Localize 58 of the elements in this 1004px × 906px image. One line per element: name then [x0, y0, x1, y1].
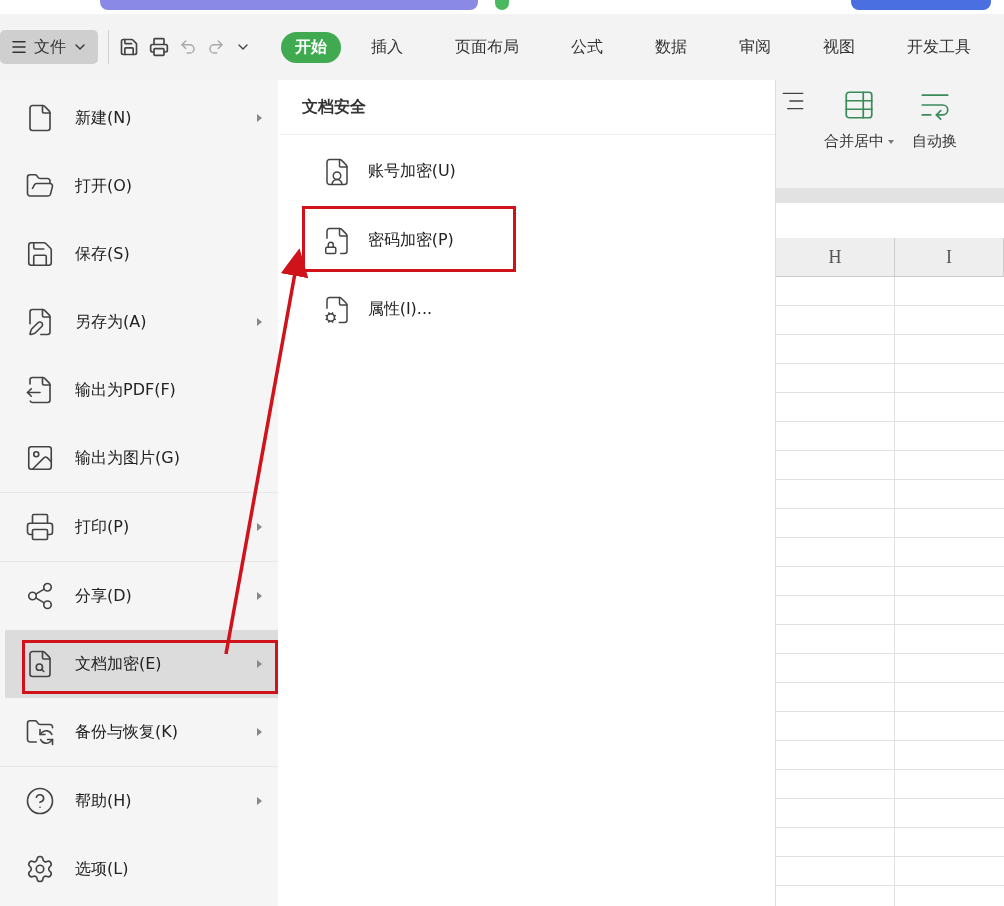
menu-item-label: 文档加密(E): [75, 653, 163, 675]
window-tab[interactable]: [495, 0, 509, 10]
share-icon: [25, 581, 55, 611]
column-header[interactable]: I: [895, 238, 1004, 276]
redo-icon[interactable]: [207, 38, 225, 56]
menu-item-label: 输出为图片(G): [75, 447, 181, 469]
menu-item-label: 备份与恢复(K): [75, 721, 179, 743]
menu-item[interactable]: 帮助(H): [5, 767, 278, 835]
menu-icon: [10, 38, 28, 56]
settings-icon: [25, 854, 55, 884]
ribbon-button[interactable]: 自动换: [912, 88, 957, 151]
menu-item-label: 选项(L): [75, 858, 130, 880]
folder-sync-icon: [25, 717, 55, 747]
file-menu-button[interactable]: 文件: [0, 30, 98, 64]
submenu-item[interactable]: 密码加密(P): [279, 206, 775, 275]
menu-item[interactable]: 打印(P): [5, 493, 278, 561]
printer-icon[interactable]: [149, 37, 169, 57]
menu-item-label: 打印(P): [75, 516, 131, 538]
menu-item[interactable]: 打开(O): [5, 152, 278, 220]
ribbon-tab[interactable]: 开发工具: [893, 31, 985, 63]
menu-item-label: 分享(D): [75, 585, 133, 607]
menu-item[interactable]: 文档加密(E): [5, 630, 278, 698]
menu-item-label: 另存为(A): [75, 311, 148, 333]
menu-item-label: 输出为PDF(F): [75, 379, 177, 401]
ribbon-tab[interactable]: 审阅: [725, 31, 785, 63]
menu-item-label: 新建(N): [75, 107, 133, 129]
submenu-item-label: 密码加密(P): [367, 230, 455, 251]
menu-item[interactable]: 另存为(A): [5, 288, 278, 356]
submenu-item[interactable]: 属性(I)...: [279, 275, 775, 344]
undo-icon[interactable]: [179, 38, 197, 56]
submenu-title: 文档安全: [279, 80, 775, 135]
printer-icon: [25, 512, 55, 542]
ribbon-button[interactable]: 合并居中: [824, 88, 894, 151]
ribbon-tab[interactable]: 数据: [641, 31, 701, 63]
submenu-item[interactable]: 账号加密(U): [279, 137, 775, 206]
ribbon-tab[interactable]: 插入: [357, 31, 417, 63]
help-icon: [25, 786, 55, 816]
menu-item[interactable]: 分享(D): [5, 562, 278, 630]
menu-item-label: 打开(O): [75, 175, 134, 197]
column-header[interactable]: H: [776, 238, 895, 276]
save-icon: [25, 239, 55, 269]
ribbon-tab[interactable]: 公式: [557, 31, 617, 63]
menu-item-label: 保存(S): [75, 243, 131, 265]
menu-item[interactable]: 选项(L): [5, 835, 278, 903]
menu-item[interactable]: 输出为图片(G): [5, 424, 278, 492]
ribbon-tab[interactable]: 视图: [809, 31, 869, 63]
save-icon[interactable]: [119, 37, 139, 57]
menu-item-label: 帮助(H): [75, 790, 133, 812]
submenu-item-label: 账号加密(U): [367, 161, 457, 182]
menu-item[interactable]: 保存(S): [5, 220, 278, 288]
menu-item[interactable]: 备份与恢复(K): [5, 698, 278, 766]
image-icon: [25, 443, 55, 473]
menu-item[interactable]: 新建(N): [5, 84, 278, 152]
ribbon-icon: [842, 88, 876, 122]
submenu-item-label: 属性(I)...: [367, 299, 434, 320]
window-tab[interactable]: [851, 0, 991, 10]
menu-item[interactable]: 输出为PDF(F): [5, 356, 278, 424]
ribbon-tab[interactable]: 页面布局: [441, 31, 533, 63]
